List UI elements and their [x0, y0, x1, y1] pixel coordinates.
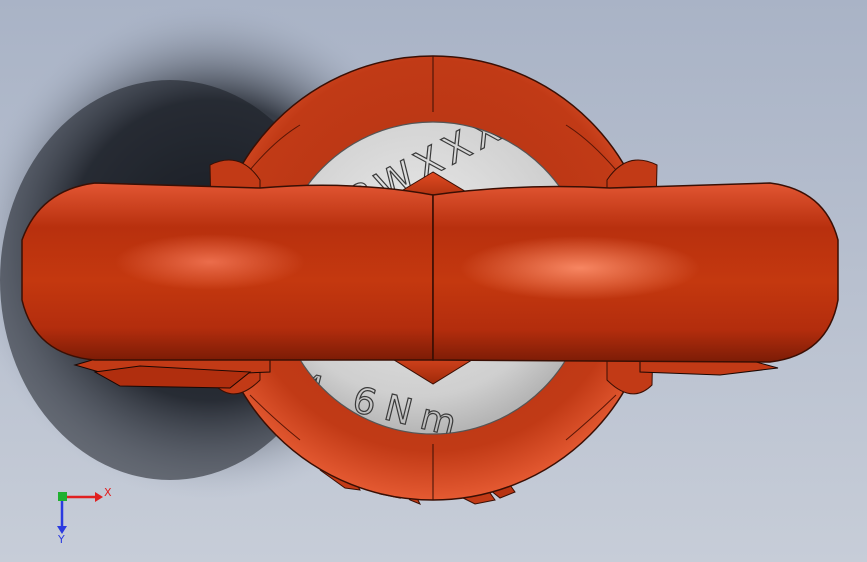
tube-highlight-left [115, 234, 305, 290]
x-axis-label: X [104, 486, 112, 499]
triad-origin [58, 492, 67, 501]
3d-viewport[interactable]: 8WXXX 4 6Nm X Y [0, 0, 867, 562]
tube-highlight-right [460, 236, 700, 300]
cad-model-view[interactable]: 8WXXX 4 6Nm X Y [0, 0, 867, 562]
y-axis-label: Y [57, 533, 65, 546]
